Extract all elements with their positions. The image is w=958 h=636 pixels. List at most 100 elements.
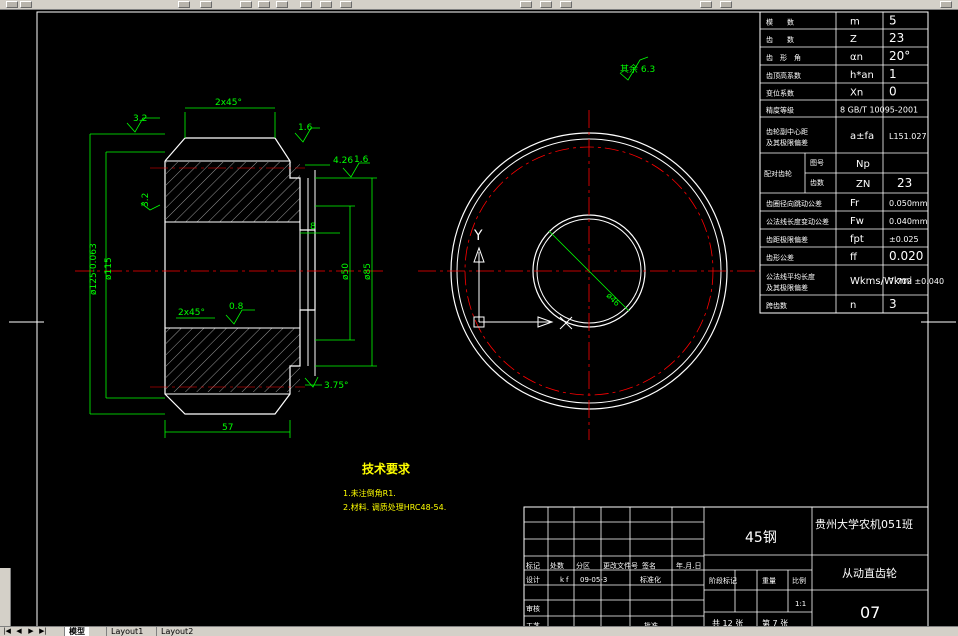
review-label: 审核 — [526, 604, 540, 613]
toolbar-button-properties-icon[interactable] — [700, 1, 712, 8]
scale-label: 比例 — [792, 576, 806, 585]
section-view — [75, 137, 385, 415]
school-label: 贵州大学农机051班 — [815, 517, 913, 531]
title-row-mark: 更改文件号 — [603, 561, 638, 570]
toolbar-button-copy-icon[interactable] — [258, 1, 270, 8]
drawing-canvas[interactable]: 2x45° 3.2 1.6 4.26 1.6 3.2 ø125-0.063 ø1… — [0, 9, 958, 626]
dim-dia-85: ø85 — [363, 263, 373, 280]
dim-chamfer-top: 2x45° — [215, 98, 242, 108]
param-sub: 齿数 — [810, 178, 824, 187]
param-name: 齿圈径向跳动公差 — [766, 199, 822, 208]
param-name: 跨齿数 — [766, 301, 787, 310]
param-symbol: Z — [850, 34, 857, 45]
sheet-number: 第 7 张 — [762, 618, 788, 626]
dim-dia-115: ø115 — [104, 257, 114, 280]
param-value: 0 — [889, 85, 897, 99]
param-name: 配对齿轮 — [764, 169, 792, 178]
param-name: 齿 数 — [766, 35, 794, 44]
param-symbol: 8 GB/T 10095-2001 — [840, 106, 918, 115]
dim-375: 3.75° — [324, 381, 349, 391]
param-value: ±0.025 — [889, 235, 919, 244]
notes-title: 技术要求 — [362, 461, 411, 476]
toolbar-button-pan-icon[interactable] — [520, 1, 532, 8]
title-row-mark: 年.月.日 — [676, 561, 701, 570]
hatch-top — [166, 162, 300, 222]
title-block: 45钢 贵州大学农机051班从动直齿轮 07 标记 处数 分区 更改文件号 签名 年.月.日设计… — [523, 506, 929, 626]
param-value: 0.020 — [889, 249, 923, 263]
toolbar-button-redo-icon[interactable] — [340, 1, 352, 8]
material-label: 45钢 — [745, 530, 777, 546]
technical-notes: 技术要求 1.未注倒角R1. 2.材料. 调质处理HRC48-54. — [343, 461, 446, 512]
toolbar-button-print-icon[interactable] — [200, 1, 212, 8]
sheet-count: 共 12 张 — [712, 619, 743, 626]
param-name: 模 数 — [766, 18, 794, 27]
title-design-field: 设计 — [526, 575, 540, 584]
title-design-field: k — [560, 576, 565, 584]
param-symbol: αn — [850, 52, 863, 63]
param-sub: 图号 — [810, 159, 824, 167]
param-value: 20° — [889, 49, 910, 63]
note-2: 2.材料. 调质处理HRC48-54. — [343, 502, 446, 512]
param-value: 1 — [889, 67, 897, 81]
param-symbol: h*an — [850, 70, 874, 81]
toolbar-button-zoom-window-icon[interactable] — [560, 1, 572, 8]
toolbar-button-undo-icon[interactable] — [320, 1, 332, 8]
title-row-mark: 标记 — [526, 561, 540, 570]
title-row-mark: 分区 — [576, 561, 590, 570]
rough-general: 其余 6.3 — [620, 63, 655, 75]
ucs-icon: Y — [473, 228, 573, 330]
toolbar-button-zoom-icon[interactable] — [540, 1, 552, 8]
param-symbol: ff — [850, 252, 858, 263]
param-value: 3 — [889, 297, 897, 311]
vertical-scrollbar[interactable] — [0, 568, 11, 626]
param-name: 变位系数 — [766, 89, 794, 98]
toolbar-button-open-icon[interactable] — [20, 1, 32, 8]
drawing-number: 07 — [860, 603, 880, 622]
param-name: 齿 形 角 — [766, 53, 801, 62]
param-name: 公法线平均长度 — [766, 272, 815, 281]
param-symbol: Xn — [850, 88, 863, 99]
param-name: 齿距极限偏差 — [766, 235, 808, 244]
toolbar-button-save-icon[interactable] — [178, 1, 190, 8]
hatch-bottom — [166, 328, 300, 392]
toolbar-button-cut-icon[interactable] — [240, 1, 252, 8]
weight-label: 重量 — [762, 577, 776, 585]
title-design-field: 标准化 — [640, 575, 661, 584]
rough-08: 0.8 — [229, 302, 244, 312]
toolbar-button-help-icon[interactable] — [940, 1, 952, 8]
rough-32-side: 3.2 — [141, 193, 151, 207]
dim-width-57: 57 — [222, 423, 233, 433]
toolbar-button-new-icon[interactable] — [6, 1, 18, 8]
dim-dia-125: ø125-0.063 — [89, 243, 99, 295]
title-row-mark: 处数 — [550, 561, 564, 570]
param-symbol: fpt — [850, 234, 864, 245]
toolbar-button-design-center-icon[interactable] — [720, 1, 732, 8]
ucs-y-label: Y — [473, 228, 483, 244]
param-symbol: n — [850, 300, 856, 311]
stage-mark-label: 阶段标记 — [709, 576, 737, 585]
param-symbol: a±fa — [850, 131, 874, 142]
param-symbol: Fr — [850, 198, 860, 209]
dim-8: 8 — [310, 222, 316, 232]
param-value: 0.050mm — [889, 199, 928, 208]
param-value: 5 — [889, 14, 897, 28]
param-symbol: Fw — [850, 216, 864, 227]
param-name: 齿轮副中心距 — [766, 127, 808, 136]
dim-bore: ø46 — [605, 291, 622, 308]
toolbar-button-match-icon[interactable] — [300, 1, 312, 8]
title-design-field: f — [566, 576, 569, 584]
toolbar-button-paste-icon[interactable] — [276, 1, 288, 8]
dim-426: 4.26 — [333, 156, 353, 166]
param-table: 模 数 m 5 齿 数 Z 23 齿 形 角 αn 20° 齿顶高系数 h*an 1 变位系数 Xn 0 精度… — [759, 11, 944, 314]
note-1: 1.未注倒角R1. — [343, 488, 396, 498]
param-symbol: Np — [856, 159, 870, 170]
param-name: 齿顶高系数 — [766, 71, 801, 80]
param-name: 精度等级 — [766, 106, 794, 115]
rough-16b: 1.6 — [354, 155, 369, 165]
param-name: 公法线长度变动公差 — [766, 217, 829, 226]
param-name: 及其极限偏差 — [766, 138, 808, 147]
param-value: L151.027 — [889, 132, 927, 141]
param-value: 0.040mm — [889, 217, 928, 226]
param-symbol: m — [850, 17, 860, 28]
front-view: ø46 — [418, 110, 760, 440]
